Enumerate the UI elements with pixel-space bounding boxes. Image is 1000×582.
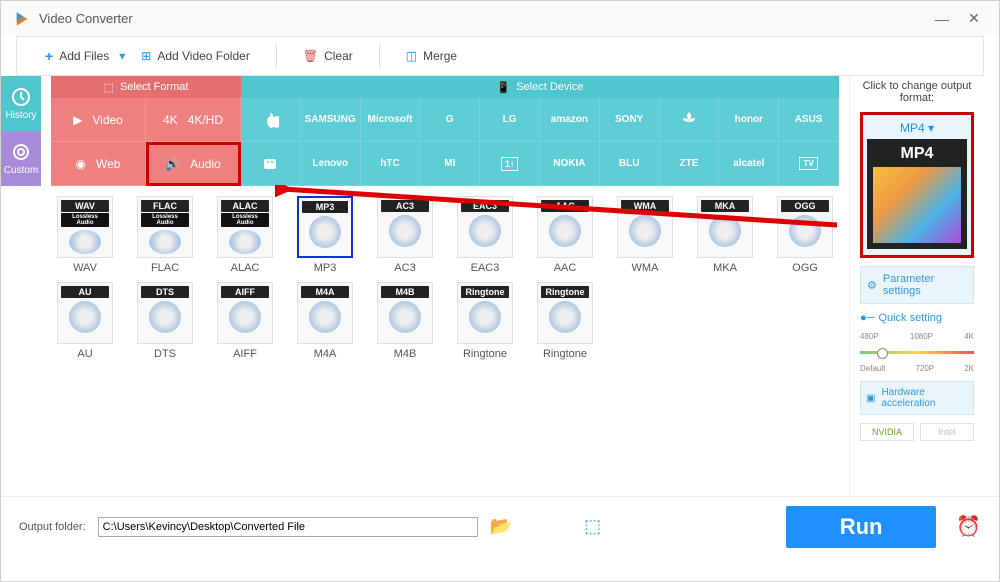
format-dts[interactable]: DTSDTS <box>131 282 199 360</box>
select-format-header: ⬚Select Format <box>51 76 241 98</box>
chevron-down-icon: ▾ <box>928 121 934 135</box>
folder-plus-icon: ⊞ <box>141 49 151 63</box>
format-mp3[interactable]: MP3MP3 <box>291 196 359 274</box>
custom-tab[interactable]: Custom <box>1 131 41 186</box>
format-alac[interactable]: ALACLossless AudioALAC <box>211 196 279 274</box>
device-microsoft[interactable]: Microsoft <box>361 98 421 142</box>
toolbar: +Add Files▾ ⊞Add Video Folder 🗑Clear ◫Me… <box>16 36 984 76</box>
device-zte[interactable]: ZTE <box>660 142 720 186</box>
trash-icon: 🗑 <box>303 49 318 63</box>
format-aiff[interactable]: AIFFAIFF <box>211 282 279 360</box>
android-icon <box>262 155 278 173</box>
right-panel: Click to change output format: MP4 ▾ MP4… <box>849 76 984 496</box>
device-grid: SAMSUNGMicrosoftGLGamazonSONY honorASUS Le… <box>241 98 839 186</box>
device-mi[interactable]: MI <box>420 142 480 186</box>
history-tab[interactable]: History <box>1 76 41 131</box>
format-eac3[interactable]: EAC3EAC3 <box>451 196 519 274</box>
quality-slider[interactable] <box>860 351 974 354</box>
add-folder-button[interactable]: ⊞Add Video Folder <box>133 45 258 67</box>
hd-icon: 4K <box>163 113 178 127</box>
tabs-header: ⬚Select Format 📱Select Device <box>51 76 839 98</box>
speaker-icon: 🔊 <box>165 157 180 171</box>
output-thumbnail: MP4 <box>867 139 967 249</box>
format-aac[interactable]: AACAAC <box>531 196 599 274</box>
parameter-settings-button[interactable]: ⚙Parameter settings <box>860 266 974 304</box>
device-tv[interactable]: TV <box>779 142 839 186</box>
chevron-down-icon[interactable]: ▾ <box>119 49 125 63</box>
video-tab[interactable]: ▶Video <box>51 98 146 142</box>
select-device-header: 📱Select Device <box>241 76 839 98</box>
run-button[interactable]: Run <box>786 506 936 548</box>
clear-button[interactable]: 🗑Clear <box>295 45 361 67</box>
device-brand-10[interactable] <box>241 142 301 186</box>
format-au[interactable]: AUAU <box>51 282 119 360</box>
merge-button[interactable]: ◫Merge <box>398 45 465 67</box>
device-icon: 📱 <box>497 81 511 94</box>
output-folder-label: Output folder: <box>19 521 86 533</box>
format-ringtone[interactable]: RingtoneRingtone <box>451 282 519 360</box>
device-htc[interactable]: hTC <box>361 142 421 186</box>
format-row-1: WAVLossless AudioWAVFLACLossless AudioFL… <box>51 196 839 274</box>
hardware-accel-button[interactable]: ▣Hardware acceleration <box>860 381 974 415</box>
apple-icon <box>261 110 279 130</box>
format-mka[interactable]: MKAMKA <box>691 196 759 274</box>
device-lenovo[interactable]: Lenovo <box>301 142 361 186</box>
app-title: Video Converter <box>39 11 133 26</box>
device-sony[interactable]: SONY <box>600 98 660 142</box>
device-asus[interactable]: ASUS <box>779 98 839 142</box>
device-nokia[interactable]: NOKIA <box>540 142 600 186</box>
format-row-2: AUAUDTSDTSAIFFAIFFM4AM4AM4BM4BRingtoneRi… <box>51 282 839 360</box>
device-honor[interactable]: honor <box>719 98 779 142</box>
app-logo-icon <box>13 10 31 28</box>
gear-icon <box>11 142 31 162</box>
audio-tab[interactable]: 🔊Audio <box>146 142 241 186</box>
device-lg[interactable]: LG <box>480 98 540 142</box>
device-blu[interactable]: BLU <box>600 142 660 186</box>
schedule-icon[interactable]: ⏰ <box>956 514 981 539</box>
format-m4a[interactable]: M4AM4A <box>291 282 359 360</box>
format-wma[interactable]: WMAWMA <box>611 196 679 274</box>
web-icon: ◉ <box>76 157 86 171</box>
quick-setting-ticks-top: 480P1080P4K <box>860 332 974 341</box>
device-g[interactable]: G <box>420 98 480 142</box>
device-brand-0[interactable] <box>241 98 301 142</box>
device-amazon[interactable]: amazon <box>540 98 600 142</box>
output-title: Click to change output format: <box>860 80 974 104</box>
format-flac[interactable]: FLACLossless AudioFLAC <box>131 196 199 274</box>
minimize-button[interactable]: — <box>929 6 955 32</box>
output-folder-input[interactable] <box>98 517 478 537</box>
play-icon: ▶ <box>73 113 82 127</box>
plus-icon: + <box>45 48 53 64</box>
format-wav[interactable]: WAVLossless AudioWAV <box>51 196 119 274</box>
bottom-bar: Output folder: 📂 ⬚ Run ⏰ <box>1 496 999 556</box>
format-ac3[interactable]: AC3AC3 <box>371 196 439 274</box>
add-files-button[interactable]: +Add Files▾ <box>37 44 133 68</box>
4k-hd-tab[interactable]: 4K4K/HD <box>146 98 241 142</box>
clip-icon[interactable]: ⬚ <box>584 516 601 537</box>
chip-icon: ▣ <box>866 393 875 404</box>
format-ogg[interactable]: OGGOGG <box>771 196 839 274</box>
titlebar: Video Converter — ✕ <box>1 1 999 36</box>
open-folder-icon[interactable]: 📂 <box>490 516 512 537</box>
huawei-icon <box>679 110 699 130</box>
device-samsung[interactable]: SAMSUNG <box>301 98 361 142</box>
nvidia-badge: NVIDIA <box>860 423 914 441</box>
clip-icon: ⬚ <box>104 81 114 94</box>
web-tab[interactable]: ◉Web <box>51 142 146 186</box>
sliders-icon: ⚙ <box>867 279 877 292</box>
device-brand-14[interactable]: 1↑ <box>480 142 540 186</box>
left-sidebar: History Custom <box>1 76 41 496</box>
format-m4b[interactable]: M4BM4B <box>371 282 439 360</box>
close-button[interactable]: ✕ <box>961 6 987 32</box>
output-format-button[interactable]: MP4 ▾ MP4 <box>860 112 974 258</box>
merge-icon: ◫ <box>406 49 417 63</box>
history-icon <box>11 87 31 107</box>
quick-setting-ticks-bottom: Default720P2K <box>860 364 974 373</box>
device-brand-7[interactable] <box>660 98 720 142</box>
intel-badge: Intel <box>920 423 974 441</box>
device-alcatel[interactable]: alcatel <box>719 142 779 186</box>
quick-setting-label: ●─Quick setting <box>860 312 974 324</box>
format-ringtone[interactable]: RingtoneRingtone <box>531 282 599 360</box>
